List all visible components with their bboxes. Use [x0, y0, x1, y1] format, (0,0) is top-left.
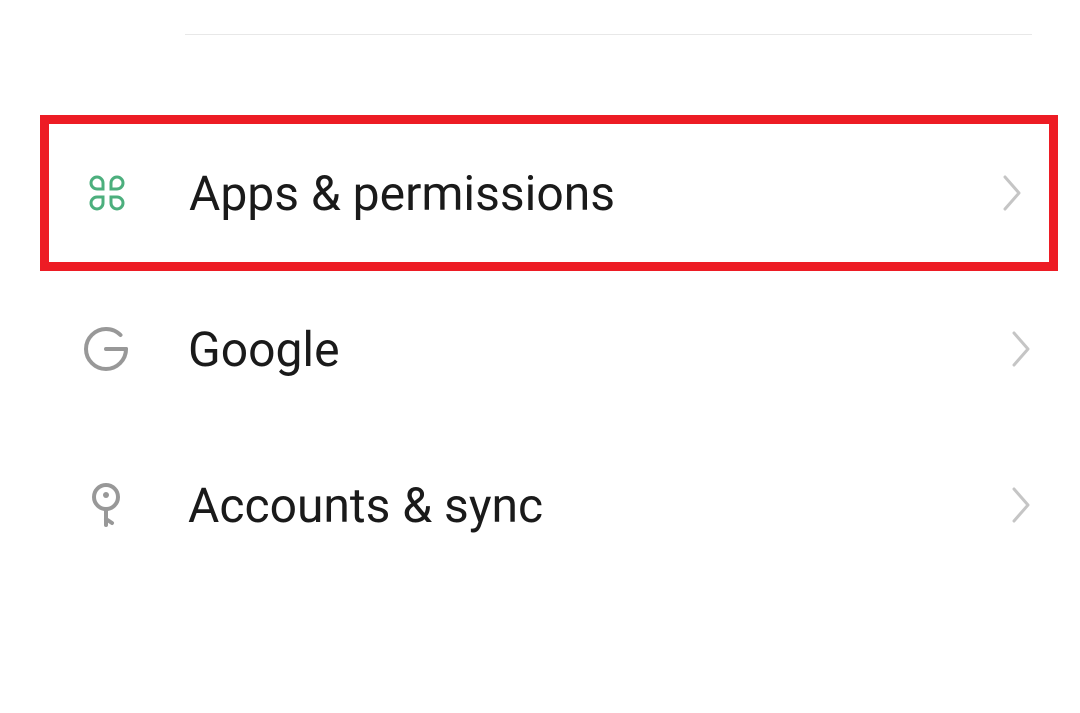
- section-divider: [185, 34, 1032, 35]
- settings-list: Apps & permissions Google: [0, 115, 1080, 583]
- chevron-right-icon: [1003, 175, 1023, 211]
- settings-item-label: Apps & permissions: [189, 165, 1003, 222]
- settings-item-google[interactable]: Google: [0, 271, 1080, 427]
- apps-icon: [81, 167, 133, 219]
- chevron-right-icon: [1012, 331, 1032, 367]
- chevron-right-icon: [1012, 487, 1032, 523]
- google-icon: [80, 323, 132, 375]
- settings-item-accounts-sync[interactable]: Accounts & sync: [0, 427, 1080, 583]
- settings-item-label: Google: [188, 321, 1012, 378]
- settings-item-label: Accounts & sync: [188, 477, 1012, 534]
- key-icon: [80, 479, 132, 531]
- settings-item-apps-permissions[interactable]: Apps & permissions: [40, 115, 1058, 271]
